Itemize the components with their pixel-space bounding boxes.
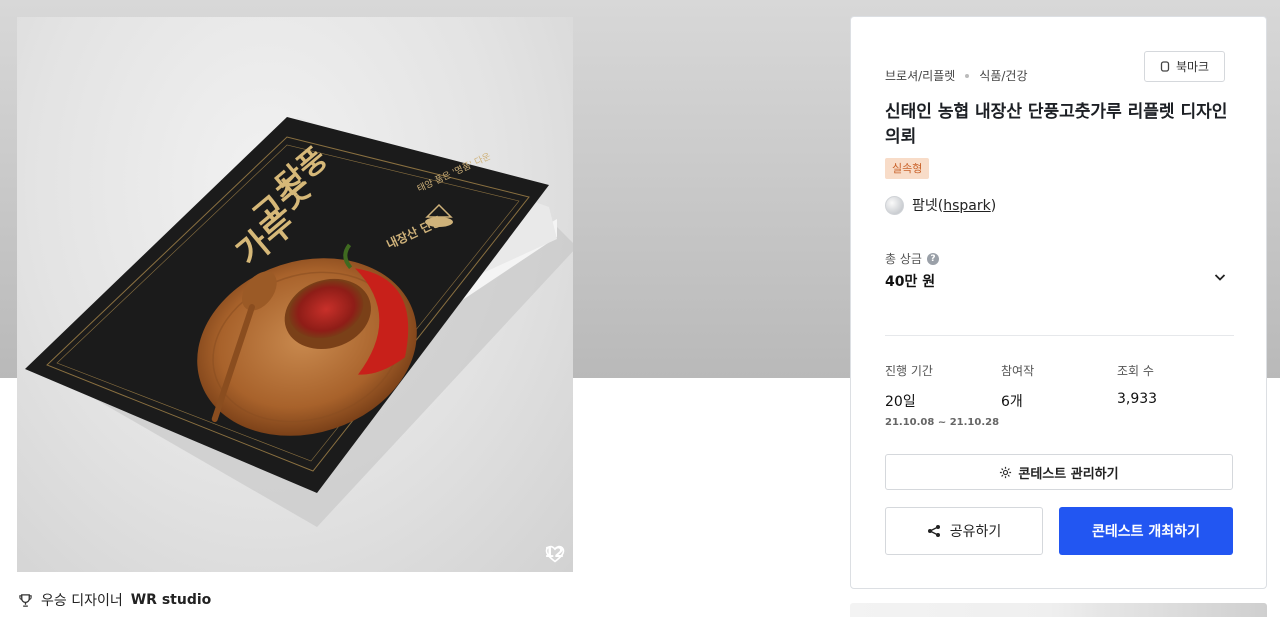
trophy-icon — [19, 593, 32, 607]
contest-title: 신태인 농협 내장산 단풍고춧가루 리플렛 디자인 의뢰 — [885, 102, 1228, 147]
category-link[interactable]: 브로셔/리플렛 — [885, 67, 955, 84]
host-id[interactable]: hspark — [943, 198, 991, 214]
subcategory-link[interactable]: 식품/건강 — [979, 67, 1027, 84]
divider — [885, 335, 1234, 336]
contest-info-card: 브로셔/리플렛 식품/건강 북마크 신태인 농협 내장산 단풍고춧가루 리플렛 … — [850, 16, 1267, 589]
period-value: 20일 — [885, 394, 916, 410]
winner-label: 우승 디자이너 — [41, 593, 123, 609]
stat-entries: 참여작 6개 — [1001, 362, 1034, 411]
entries-label: 참여작 — [1001, 364, 1035, 378]
related-contest-thumbnail[interactable] — [850, 603, 1267, 617]
like-count[interactable]: 12 — [545, 545, 564, 563]
avatar — [885, 195, 904, 215]
preview-image[interactable]: 단풍 고춧 가루 태양 품은 '명품' 다운 내장산 단풍 12 — [17, 17, 573, 572]
manage-contest-button[interactable]: 콘테스트 관리하기 — [885, 454, 1233, 490]
breadcrumb-separator — [965, 73, 970, 78]
share-label: 공유하기 — [949, 524, 1002, 540]
manage-contest-label: 콘테스트 관리하기 — [1018, 466, 1119, 482]
breadcrumb: 브로셔/리플렛 식품/건강 — [885, 67, 1028, 84]
open-contest-button[interactable]: 콘테스트 개최하기 — [1059, 507, 1233, 555]
bookmark-label: 북마크 — [1175, 60, 1210, 74]
prize-value: 40만 원 — [885, 274, 936, 290]
period-range: 21.10.08 ~ 21.10.28 — [885, 417, 1000, 428]
winner-designer: 우승 디자이너 WR studio — [18, 590, 211, 610]
open-contest-label: 콘테스트 개최하기 — [1092, 524, 1200, 540]
bookmark-icon — [1160, 61, 1170, 72]
entries-value: 6개 — [1001, 394, 1023, 410]
period-label: 진행 기간 — [885, 364, 933, 378]
share-icon — [927, 525, 940, 537]
views-label: 조회 수 — [1117, 364, 1154, 378]
stat-views: 조회 수 3,933 — [1117, 362, 1157, 407]
winner-name[interactable]: WR studio — [131, 592, 212, 608]
chevron-down-icon[interactable] — [1213, 270, 1227, 284]
heart-icon — [545, 545, 564, 563]
host-name[interactable]: 팜넷(hspark) — [912, 195, 996, 215]
help-icon[interactable]: ? — [926, 252, 939, 265]
bookmark-button[interactable]: 북마크 — [1144, 51, 1225, 82]
gear-icon — [1000, 466, 1012, 478]
host-info: 팜넷(hspark) — [885, 195, 996, 215]
views-value: 3,933 — [1117, 391, 1158, 407]
prize-label: 총 상금 ? — [885, 250, 939, 267]
leaflet-mockup: 단풍 고춧 가루 태양 품은 '명품' 다운 내장산 단풍 — [25, 117, 573, 527]
share-button[interactable]: 공유하기 — [885, 507, 1043, 555]
stat-period: 진행 기간 20일 21.10.08 ~ 21.10.28 — [885, 362, 999, 428]
plan-badge: 실속형 — [885, 158, 930, 179]
